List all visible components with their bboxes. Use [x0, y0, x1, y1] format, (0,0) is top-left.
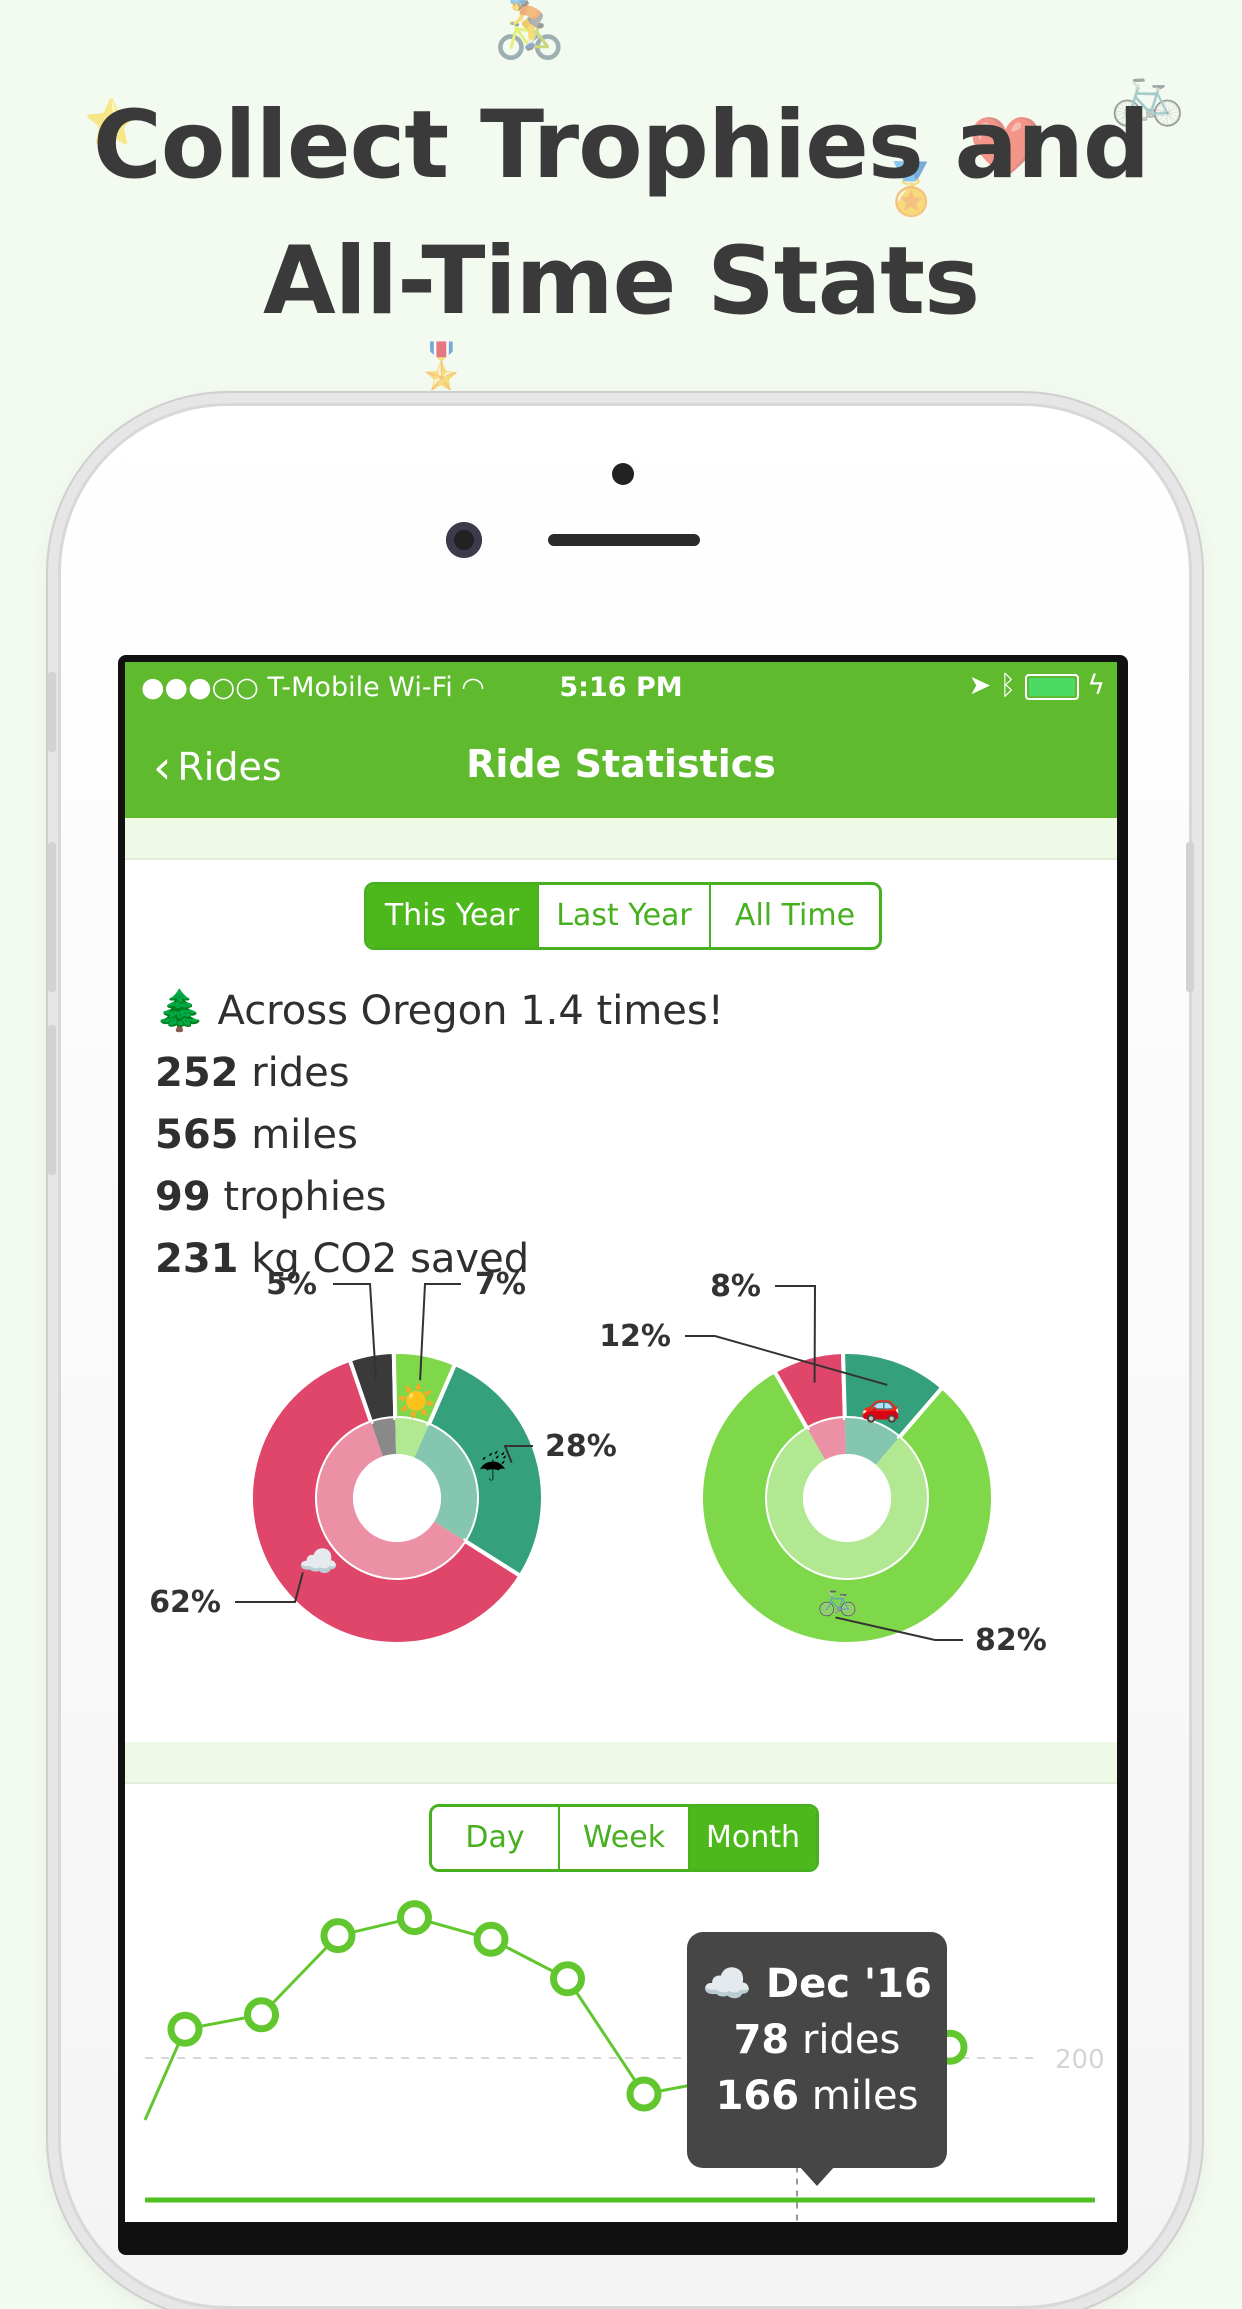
tab-month[interactable]: Month	[688, 1807, 816, 1869]
tooltip-rides-label: rides	[801, 2017, 901, 2063]
slice-label: 8%	[710, 1269, 761, 1304]
app-screen: ●●●○○ T-Mobile Wi-Fi ◠ 5:16 PM ➤ ᛒ ϟ ‹ Ri…	[125, 662, 1117, 2222]
tab-week[interactable]: Week	[558, 1807, 688, 1869]
power-button	[1186, 842, 1194, 992]
slice-label: 82%	[975, 1623, 1047, 1658]
earpiece-speaker	[548, 534, 700, 546]
tab-day[interactable]: Day	[432, 1807, 558, 1869]
data-point	[397, 1900, 432, 1936]
front-camera	[446, 522, 482, 558]
volume-up-button	[48, 842, 56, 992]
mute-switch	[48, 672, 56, 752]
tooltip-date-text: Dec '16	[765, 1961, 932, 2007]
slice-label: 7%	[475, 1267, 526, 1302]
data-point	[320, 1918, 356, 1954]
slice-label: 5%	[266, 1267, 317, 1302]
tooltip-pointer	[799, 2166, 835, 2186]
headline-line-1: Collect Trophies and	[92, 91, 1150, 200]
tooltip-miles: 166 miles	[687, 2073, 947, 2119]
headline-line-2: All-Time Stats	[262, 227, 980, 336]
volume-down-button	[48, 1025, 56, 1175]
data-point	[167, 2011, 203, 2047]
section-separator-middle	[125, 1742, 1117, 1784]
data-point	[244, 1997, 279, 2033]
slice-label: 62%	[149, 1585, 221, 1620]
granularity-segmented-control: Day Week Month	[429, 1804, 819, 1872]
tooltip-date: ☁️ Dec '16	[687, 1960, 947, 2007]
data-point-tooltip: ☁️ Dec '16 78 rides 166 miles	[687, 1932, 947, 2186]
cyclist-sticker: 🚴	[492, 0, 567, 63]
proximity-sensor	[612, 463, 634, 485]
slice-label: 12%	[599, 1319, 671, 1354]
charts-canvas: 5% ☀️ 7% ☔ 28% ☁️ 62% 8% 🚗 12% 🚲 82% 200	[143, 1267, 1105, 2222]
tooltip-rides: 78 rides	[687, 2017, 947, 2063]
data-point	[550, 1961, 585, 1997]
data-point	[473, 1921, 509, 1957]
tooltip-miles-label: miles	[811, 2073, 919, 2119]
reference-line-label: 200	[1055, 2045, 1105, 2075]
slice-icon: 🚗	[861, 1386, 901, 1424]
tooltip-rides-value: 78	[733, 2017, 790, 2063]
slice-icon: ☁️	[299, 1542, 339, 1580]
slice-icon: ☔	[478, 1451, 507, 1489]
donut-hole	[353, 1454, 441, 1542]
slice-label: 28%	[545, 1429, 617, 1464]
tooltip-miles-value: 166	[715, 2073, 800, 2119]
slice-icon: ☀️	[396, 1382, 436, 1420]
headline: Collect Trophies and All-Time Stats	[0, 78, 1242, 350]
cloud-icon: ☁️	[702, 1961, 752, 2007]
donut-hole	[803, 1454, 891, 1542]
data-point	[626, 2076, 662, 2112]
slice-icon: 🚲	[817, 1580, 857, 1618]
